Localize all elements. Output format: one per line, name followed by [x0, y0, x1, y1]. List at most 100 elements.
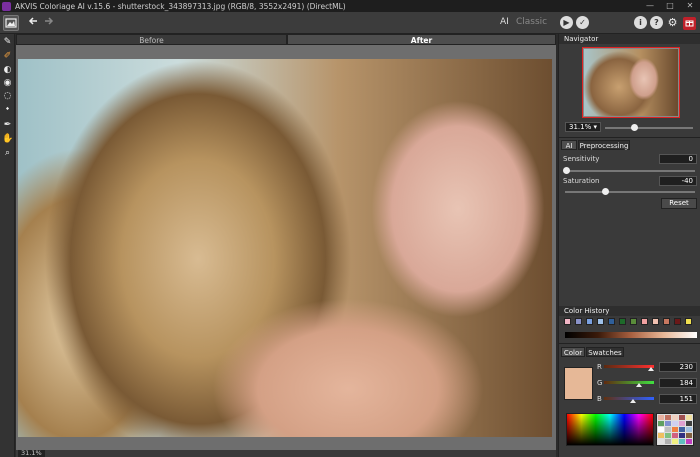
swatch-cell[interactable]: [686, 427, 692, 432]
g-value[interactable]: 184: [659, 378, 697, 388]
minimize-button[interactable]: —: [640, 0, 660, 12]
smudge-tool[interactable]: ◉: [2, 78, 13, 89]
navigator-zoom-slider[interactable]: [605, 127, 693, 129]
run-button[interactable]: ▶: [560, 16, 573, 29]
swatch-cell[interactable]: [679, 427, 685, 432]
window-title: AKVIS Coloriage AI v.15.6 - shutterstock…: [15, 1, 346, 11]
color-history-swatch[interactable]: [575, 318, 582, 325]
color-history-swatch[interactable]: [597, 318, 604, 325]
apply-button[interactable]: ✓: [576, 16, 589, 29]
open-image-button[interactable]: [3, 15, 19, 31]
saturation-value[interactable]: -40: [659, 176, 697, 186]
tab-color[interactable]: Color: [561, 347, 585, 357]
lasso-icon: ◌: [3, 91, 12, 101]
eyedropper-tool[interactable]: ✒: [2, 120, 13, 131]
color-history-swatch[interactable]: [641, 318, 648, 325]
swatch-cell[interactable]: [672, 415, 678, 420]
swatch-cell[interactable]: [658, 421, 664, 426]
navigator-viewport-frame[interactable]: [582, 47, 680, 118]
sensitivity-label: Sensitivity: [563, 155, 600, 163]
close-window-button[interactable]: ✕: [680, 0, 700, 12]
swatch-cell[interactable]: [665, 433, 671, 438]
swatch-cell[interactable]: [665, 427, 671, 432]
status-bar: 31.1%: [16, 450, 556, 457]
redo-button[interactable]: [40, 15, 56, 31]
navigator-header: Navigator: [559, 34, 700, 44]
hand-tool[interactable]: ✋: [2, 134, 13, 145]
color-history-swatch[interactable]: [663, 318, 670, 325]
donate-button[interactable]: [683, 17, 696, 30]
tab-swatches[interactable]: Swatches: [586, 347, 624, 357]
photo-preview[interactable]: [18, 59, 552, 437]
color-history-swatch[interactable]: [564, 318, 571, 325]
lasso-tool[interactable]: ◌: [2, 91, 13, 102]
image-canvas[interactable]: [16, 45, 556, 450]
b-slider-marker[interactable]: [630, 399, 636, 403]
b-value[interactable]: 151: [659, 394, 697, 404]
sensitivity-knob[interactable]: [563, 167, 570, 174]
r-slider-marker[interactable]: [648, 367, 654, 371]
swatch-cell[interactable]: [686, 421, 692, 426]
swatch-cell[interactable]: [686, 439, 692, 444]
tab-ai[interactable]: AI: [561, 140, 577, 150]
r-slider[interactable]: [604, 365, 654, 368]
color-history-swatch[interactable]: [652, 318, 659, 325]
color-history-swatch[interactable]: [608, 318, 615, 325]
tab-after[interactable]: After: [287, 34, 556, 45]
swatch-cell[interactable]: [658, 415, 664, 420]
color-history-swatch[interactable]: [619, 318, 626, 325]
color-history-gradient[interactable]: [565, 332, 697, 338]
swatch-cell[interactable]: [658, 439, 664, 444]
swatch-cell[interactable]: [665, 415, 671, 420]
saturation-slider[interactable]: [565, 191, 695, 193]
swatch-cell[interactable]: [679, 439, 685, 444]
swatch-cell[interactable]: [679, 421, 685, 426]
swatch-cell[interactable]: [679, 415, 685, 420]
color-history-swatch[interactable]: [630, 318, 637, 325]
color-history-swatch[interactable]: [586, 318, 593, 325]
mode-ai-toggle[interactable]: AI: [500, 17, 509, 27]
reset-button[interactable]: Reset: [661, 198, 697, 209]
maximize-button[interactable]: □: [660, 0, 680, 12]
smudge-icon: ◉: [3, 78, 12, 88]
eyedropper-icon: ✒: [3, 120, 12, 130]
swatch-cell[interactable]: [679, 433, 685, 438]
swatch-cell[interactable]: [686, 415, 692, 420]
zoom-tool[interactable]: ⌕: [2, 148, 13, 159]
swatch-cell[interactable]: [672, 439, 678, 444]
swatch-grid[interactable]: [656, 413, 694, 446]
mode-classic-toggle[interactable]: Classic: [516, 17, 547, 27]
info-button[interactable]: i: [634, 16, 647, 29]
g-slider-marker[interactable]: [636, 383, 642, 387]
color-history-swatch[interactable]: [674, 318, 681, 325]
current-color-preview[interactable]: [564, 367, 593, 400]
g-slider[interactable]: [604, 381, 654, 384]
swatch-cell[interactable]: [665, 439, 671, 444]
saturation-knob[interactable]: [602, 188, 609, 195]
navigator-zoom-select[interactable]: 31.1% ▾: [565, 122, 601, 132]
brush-tool[interactable]: ✎: [2, 37, 13, 48]
color-brush-tool[interactable]: ✐: [2, 51, 13, 62]
r-label: R: [597, 363, 602, 371]
swatch-cell[interactable]: [672, 433, 678, 438]
tab-before[interactable]: Before: [16, 34, 287, 45]
settings-button[interactable]: ⚙: [666, 16, 679, 29]
eraser-tool[interactable]: ◐: [2, 65, 13, 76]
swatch-cell[interactable]: [672, 427, 678, 432]
sensitivity-value[interactable]: 0: [659, 154, 697, 164]
swatch-cell[interactable]: [665, 421, 671, 426]
hand-icon: ✋: [2, 134, 14, 144]
tab-preprocessing[interactable]: Preprocessing: [578, 140, 630, 150]
color-history-swatch[interactable]: [685, 318, 692, 325]
swatch-cell[interactable]: [658, 433, 664, 438]
bucket-tool[interactable]: ⬩: [2, 104, 13, 115]
sensitivity-slider[interactable]: [565, 170, 695, 172]
color-spectrum-picker[interactable]: [566, 413, 654, 446]
r-value[interactable]: 230: [659, 362, 697, 372]
b-slider[interactable]: [604, 397, 654, 400]
navigator-zoom-knob[interactable]: [631, 124, 638, 131]
help-button[interactable]: ?: [650, 16, 663, 29]
swatch-cell[interactable]: [672, 421, 678, 426]
swatch-cell[interactable]: [686, 433, 692, 438]
swatch-cell[interactable]: [658, 427, 664, 432]
